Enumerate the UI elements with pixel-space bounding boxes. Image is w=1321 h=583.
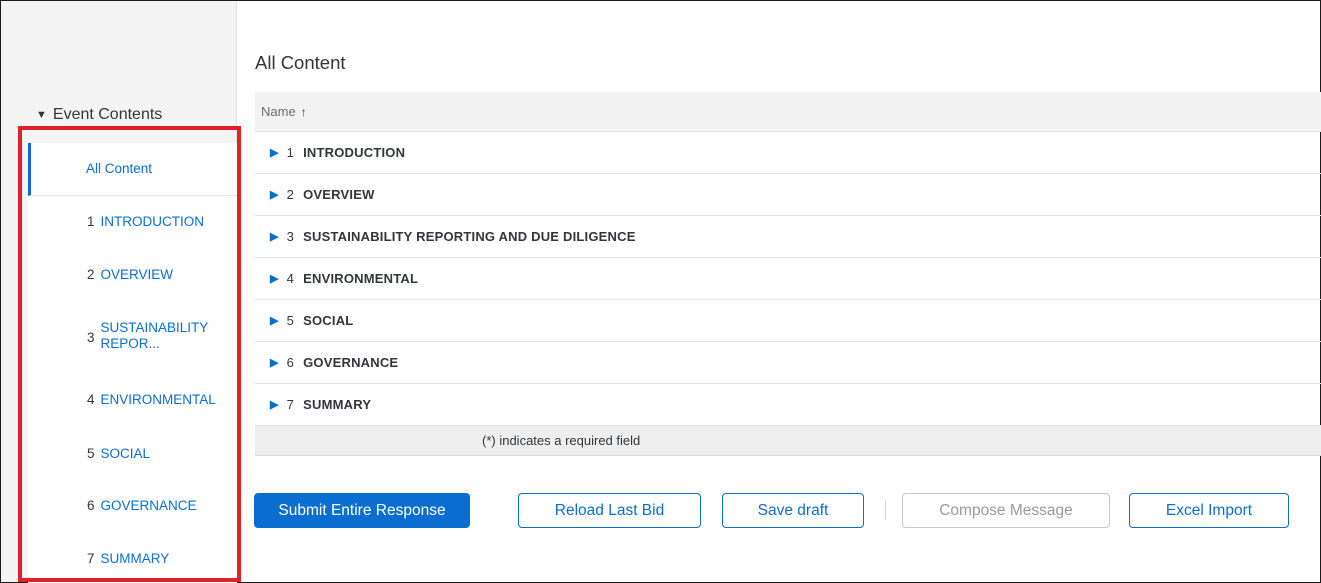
- expand-arrow-icon[interactable]: ▶: [270, 272, 279, 285]
- row-label: INTRODUCTION: [303, 145, 406, 160]
- triangle-down-icon: ▼: [36, 109, 47, 121]
- sort-ascending-icon: ↑: [300, 104, 307, 119]
- reload-last-bid-button[interactable]: Reload Last Bid: [518, 493, 701, 528]
- sidebar-item-social[interactable]: 5 SOCIAL: [28, 424, 237, 477]
- row-number: 5: [286, 313, 295, 328]
- sidebar-item-overview[interactable]: 2 OVERVIEW: [28, 249, 237, 302]
- sidebar-item-label: SOCIAL: [100, 446, 151, 461]
- sidebar-header-label: Event Contents: [52, 106, 163, 123]
- row-number: 7: [286, 397, 295, 412]
- sidebar-item-all-content[interactable]: All Content: [28, 143, 237, 196]
- row-number: 4: [286, 271, 295, 286]
- sidebar-header-event-contents[interactable]: ▼ Event Contents: [36, 106, 162, 124]
- sidebar-item-label: GOVERNANCE: [100, 498, 197, 513]
- row-label: GOVERNANCE: [303, 355, 399, 370]
- sidebar-item-label: All Content: [86, 161, 153, 176]
- sidebar-item-label: INTRODUCTION: [100, 214, 205, 229]
- expand-arrow-icon[interactable]: ▶: [270, 356, 279, 369]
- row-label: SUSTAINABILITY REPORTING AND DUE DILIGEN…: [303, 229, 636, 244]
- row-label: SOCIAL: [303, 313, 354, 328]
- expand-arrow-icon[interactable]: ▶: [270, 398, 279, 411]
- row-label: ENVIRONMENTAL: [303, 271, 419, 286]
- required-field-note: (*) indicates a required field: [255, 426, 1321, 456]
- table-row[interactable]: ▶ 5 SOCIAL: [255, 300, 1321, 342]
- sidebar-item-environmental[interactable]: 4 ENVIRONMENTAL: [28, 370, 237, 424]
- table-header[interactable]: Name ↑: [255, 92, 1321, 132]
- row-number: 1: [286, 145, 295, 160]
- column-header-name: Name: [261, 104, 296, 119]
- expand-arrow-icon[interactable]: ▶: [270, 188, 279, 201]
- table-row[interactable]: ▶ 3 SUSTAINABILITY REPORTING AND DUE DIL…: [255, 216, 1321, 258]
- table-row[interactable]: ▶ 2 OVERVIEW: [255, 174, 1321, 216]
- sidebar-item-introduction[interactable]: 1 INTRODUCTION: [28, 196, 237, 249]
- table-row[interactable]: ▶ 4 ENVIRONMENTAL: [255, 258, 1321, 300]
- sidebar-item-number: 6: [87, 498, 95, 513]
- table-row[interactable]: ▶ 7 SUMMARY: [255, 384, 1321, 426]
- sidebar-item-label: SUSTAINABILITY REPOR...: [100, 320, 209, 351]
- sidebar-item-label: SUMMARY: [100, 551, 170, 566]
- save-draft-button[interactable]: Save draft: [722, 493, 864, 528]
- submit-entire-response-button[interactable]: Submit Entire Response: [254, 493, 470, 528]
- row-number: 3: [286, 229, 295, 244]
- button-divider: [885, 500, 886, 520]
- sidebar-item-number: 4: [87, 392, 95, 407]
- sidebar-nav-list: All Content 1 INTRODUCTION 2 OVERVIEW 3 …: [28, 143, 237, 583]
- excel-import-button[interactable]: Excel Import: [1129, 493, 1289, 528]
- row-label: OVERVIEW: [303, 187, 375, 202]
- compose-message-button: Compose Message: [902, 493, 1110, 528]
- sidebar-item-summary[interactable]: 7 SUMMARY: [28, 530, 237, 583]
- sidebar-item-label: OVERVIEW: [100, 267, 174, 282]
- sidebar-item-governance[interactable]: 6 GOVERNANCE: [28, 477, 237, 530]
- sidebar-item-number: 3: [87, 330, 95, 345]
- sidebar-item-label: ENVIRONMENTAL: [100, 392, 216, 407]
- page-title: All Content: [255, 52, 346, 73]
- table-row[interactable]: ▶ 6 GOVERNANCE: [255, 342, 1321, 384]
- sidebar-item-sustainability[interactable]: 3 SUSTAINABILITY REPOR...: [28, 302, 237, 370]
- row-number: 6: [286, 355, 295, 370]
- sidebar-item-number: 2: [87, 267, 95, 282]
- expand-arrow-icon[interactable]: ▶: [270, 314, 279, 327]
- row-number: 2: [286, 187, 295, 202]
- sidebar-item-number: 1: [87, 214, 95, 229]
- content-table: Name ↑ ▶ 1 INTRODUCTION ▶ 2 OVERVIEW ▶ 3…: [255, 92, 1321, 456]
- sidebar-item-number: 5: [87, 446, 95, 461]
- row-label: SUMMARY: [303, 397, 372, 412]
- sidebar-item-number: 7: [87, 551, 95, 566]
- expand-arrow-icon[interactable]: ▶: [270, 230, 279, 243]
- required-field-note-text: (*) indicates a required field: [482, 433, 641, 448]
- expand-arrow-icon[interactable]: ▶: [270, 146, 279, 159]
- table-row[interactable]: ▶ 1 INTRODUCTION: [255, 132, 1321, 174]
